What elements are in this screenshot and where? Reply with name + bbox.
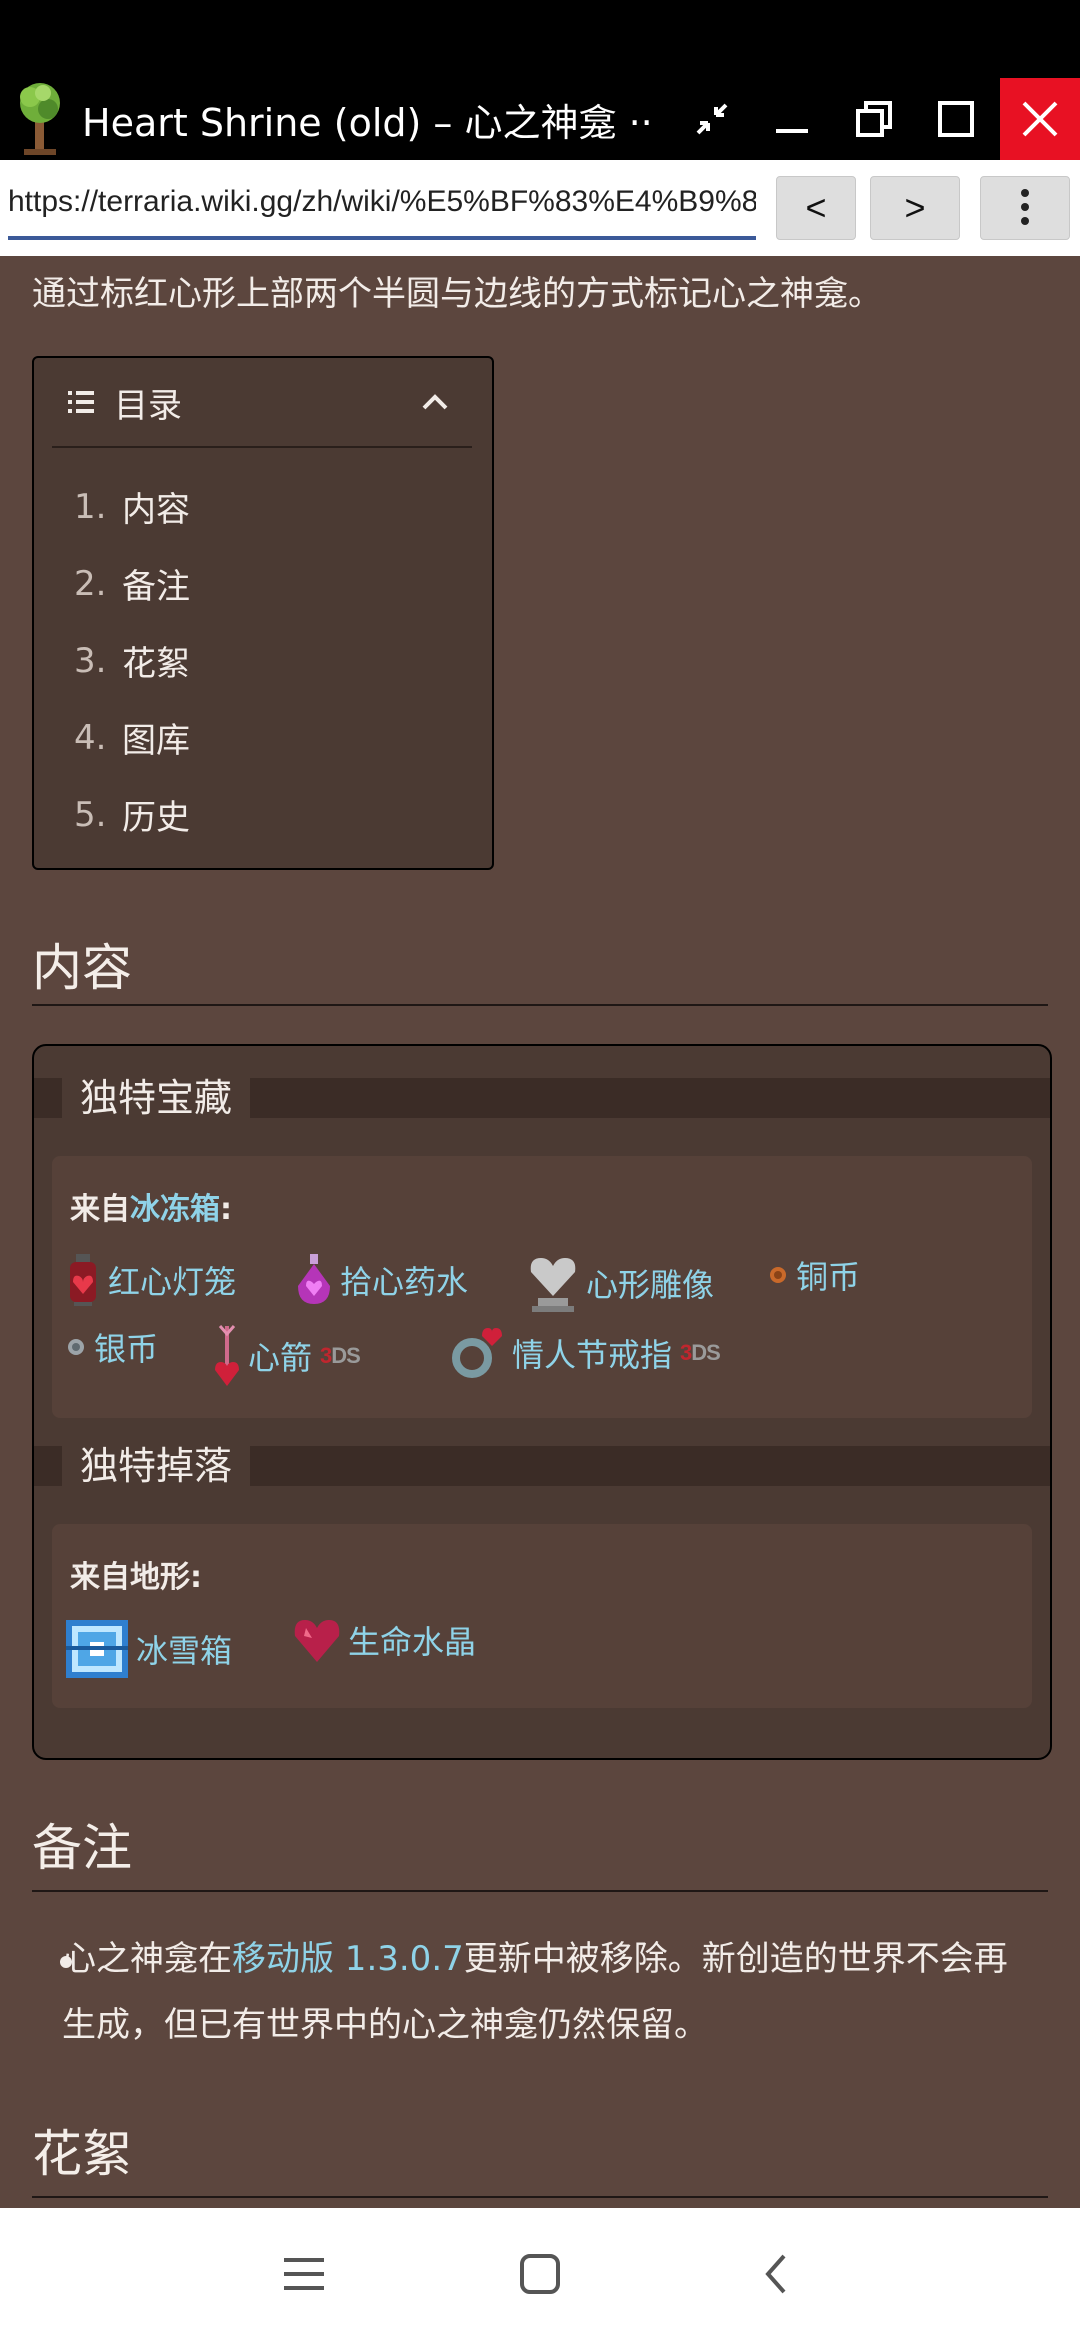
heading-divider xyxy=(32,2196,1048,2198)
heading-contents: 内容 xyxy=(32,939,132,997)
home-button[interactable] xyxy=(510,2244,570,2304)
item-label: 心形雕像 xyxy=(586,1266,715,1304)
heart-lantern-icon xyxy=(64,1252,102,1308)
page-content: 通过标红心形上部两个半圆与边线的方式标记心之神龛。 目录 1. 内容 2. 备注 3… xyxy=(0,256,1080,2208)
treasure-panel: 来自冰冻箱: 红心灯笼 拾心药水 心形雕像 铜币 银币 心箭 3DS 情人节戒指… xyxy=(52,1156,1032,1418)
3ds-badge: 3DS xyxy=(320,1343,361,1368)
from-suffix: : xyxy=(220,1192,232,1227)
toc-header[interactable]: 目录 xyxy=(52,358,472,448)
minimize-icon xyxy=(776,129,808,133)
item-label: 生命水晶 xyxy=(348,1623,477,1661)
minimize-button[interactable] xyxy=(752,78,832,160)
item-heart-arrow[interactable]: 心箭 3DS xyxy=(212,1324,361,1388)
more-vert-icon xyxy=(1021,189,1029,225)
unique-drops-title: 独特掉落 xyxy=(62,1436,251,1496)
item-label: 情人节戒指 xyxy=(512,1336,673,1374)
item-copper-coin[interactable]: 铜币 xyxy=(766,1252,860,1298)
3ds-badge: 3DS xyxy=(680,1340,721,1365)
from-label: 来自冰冻箱: xyxy=(70,1184,232,1228)
toc-item-trivia[interactable]: 3. 花絮 xyxy=(74,622,190,699)
toc-label: 历史 xyxy=(122,798,190,838)
list-icon xyxy=(68,391,94,413)
item-ice-chest[interactable]: 冰雪箱 xyxy=(64,1616,232,1682)
valentine-ring-icon xyxy=(448,1324,506,1382)
toc-number: 4. xyxy=(74,717,107,758)
loot-box: 独特宝藏 来自冰冻箱: 红心灯笼 拾心药水 心形雕像 铜币 银币 心箭 3DS … xyxy=(32,1044,1052,1760)
window-title: Heart Shrine (old) – 心之神龛 ·· xyxy=(82,100,653,145)
table-of-contents: 目录 1. 内容 2. 备注 3. 花絮 4. 图库 5. 历史 xyxy=(32,356,494,870)
toc-item-history[interactable]: 5. 历史 xyxy=(74,776,190,853)
forward-button[interactable]: > xyxy=(870,176,960,240)
status-bar xyxy=(0,0,1080,78)
toc-item-contents[interactable]: 1. 内容 xyxy=(74,468,190,545)
toc-item-gallery[interactable]: 4. 图库 xyxy=(74,699,190,776)
item-label: 心箭 xyxy=(248,1339,313,1377)
item-heart-statue[interactable]: 心形雕像 xyxy=(526,1252,714,1314)
toc-number: 1. xyxy=(74,486,107,527)
tree-app-icon xyxy=(10,79,70,159)
item-valentine-ring[interactable]: 情人节戒指 3DS xyxy=(448,1324,721,1382)
system-navbar xyxy=(0,2208,1080,2340)
mobile-version-link[interactable]: 移动版 1.3.0.7 xyxy=(232,1939,464,1979)
recent-apps-button[interactable] xyxy=(274,2244,334,2304)
toc-label: 内容 xyxy=(122,490,190,530)
note-text: 心之神龛在移动版 1.3.0.7更新中被移除。新创造的世界不会再生成，但已有世界… xyxy=(62,1926,1022,2058)
heart-statue-icon xyxy=(526,1252,580,1314)
back-icon xyxy=(765,2254,786,2294)
frozen-chest-link[interactable]: 冰冻箱 xyxy=(130,1192,220,1227)
maximize-icon xyxy=(938,101,974,137)
item-label: 银币 xyxy=(94,1330,159,1368)
item-label: 红心灯笼 xyxy=(108,1263,237,1301)
address-bar: https://terraria.wiki.gg/zh/wiki/%E5%BF%… xyxy=(0,160,1080,256)
toc-number: 5. xyxy=(74,794,107,835)
back-nav-button[interactable] xyxy=(746,2244,806,2304)
toc-title: 目录 xyxy=(114,385,182,426)
heart-arrow-icon xyxy=(212,1324,242,1388)
from-terrain-label: 来自地形: xyxy=(70,1560,202,1595)
life-crystal-icon xyxy=(292,1616,342,1664)
heading-divider xyxy=(32,1890,1048,1892)
item-label: 冰雪箱 xyxy=(136,1632,233,1670)
item-silver-coin[interactable]: 银币 xyxy=(64,1324,158,1370)
toc-label: 图库 xyxy=(122,721,190,761)
restore-icon xyxy=(856,101,892,137)
intro-text: 通过标红心形上部两个半圆与边线的方式标记心之神龛。 xyxy=(32,274,882,314)
item-life-crystal[interactable]: 生命水晶 xyxy=(292,1616,476,1664)
url-input[interactable]: https://terraria.wiki.gg/zh/wiki/%E5%BF%… xyxy=(8,176,756,240)
menu-button[interactable] xyxy=(980,176,1070,240)
item-heart-lantern[interactable]: 红心灯笼 xyxy=(64,1252,236,1308)
heading-divider xyxy=(32,1004,1048,1006)
menu-icon xyxy=(284,2258,324,2290)
toc-item-notes[interactable]: 2. 备注 xyxy=(74,545,190,622)
toc-number: 2. xyxy=(74,563,107,604)
close-button[interactable] xyxy=(1000,78,1080,160)
toc-label: 花絮 xyxy=(122,644,190,684)
toc-label: 备注 xyxy=(122,567,190,607)
from-prefix: 来自 xyxy=(70,1192,130,1227)
ice-chest-icon xyxy=(64,1616,130,1682)
item-label: 铜币 xyxy=(796,1258,861,1296)
drops-panel: 来自地形: 冰雪箱 生命水晶 xyxy=(52,1524,1032,1708)
heading-trivia: 花絮 xyxy=(32,2125,132,2183)
potion-icon xyxy=(294,1252,334,1308)
silver-coin-icon xyxy=(64,1335,88,1359)
shrink-icon xyxy=(696,103,728,135)
close-icon xyxy=(1022,101,1058,137)
item-heartreach-potion[interactable]: 拾心药水 xyxy=(294,1252,468,1308)
shrink-button[interactable] xyxy=(672,78,752,160)
heading-notes: 备注 xyxy=(32,1819,132,1877)
toc-number: 3. xyxy=(74,640,107,681)
item-label: 拾心药水 xyxy=(340,1263,469,1301)
restore-button[interactable] xyxy=(834,78,914,160)
home-icon xyxy=(520,2254,560,2294)
copper-coin-icon xyxy=(766,1263,790,1287)
back-button[interactable]: < xyxy=(776,176,856,240)
window-titlebar: Heart Shrine (old) – 心之神龛 ·· xyxy=(0,78,1080,160)
unique-treasure-title: 独特宝藏 xyxy=(62,1068,251,1128)
collapse-icon[interactable] xyxy=(420,392,450,412)
note-before: 心之神龛在 xyxy=(62,1939,232,1979)
maximize-button[interactable] xyxy=(916,78,996,160)
